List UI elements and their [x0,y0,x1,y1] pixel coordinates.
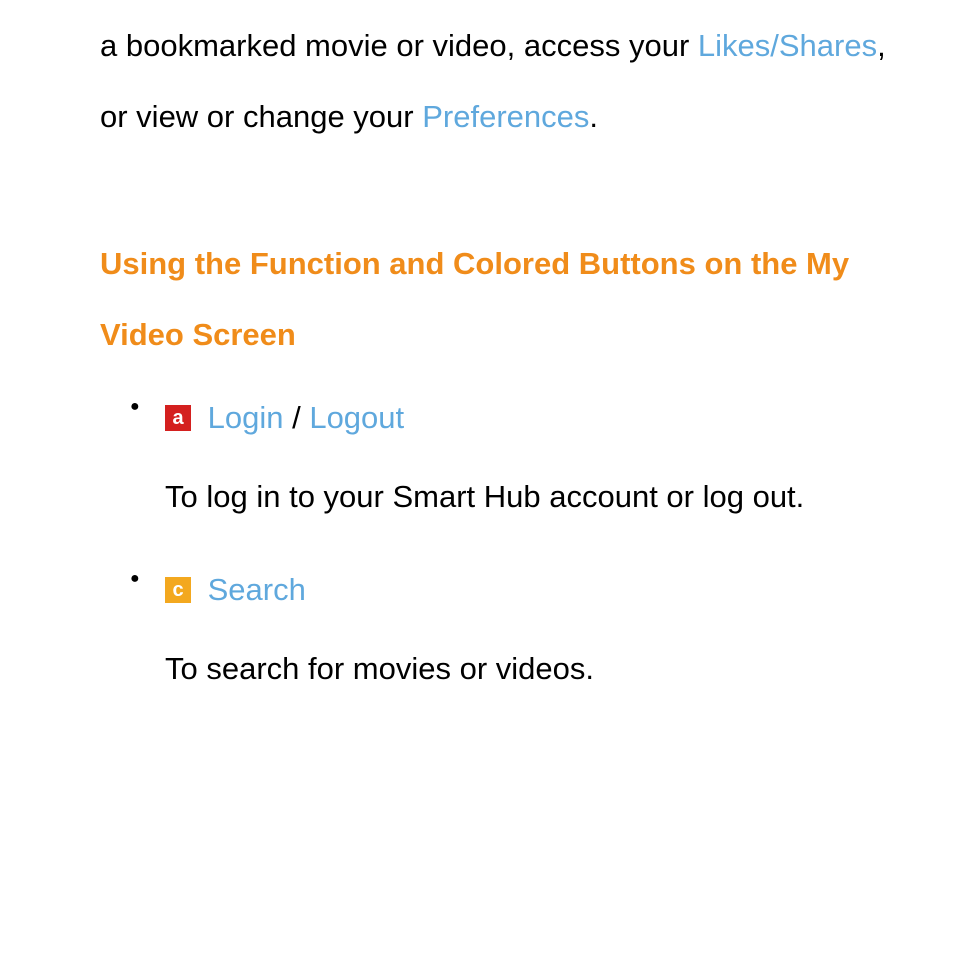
link-likes-shares[interactable]: Likes/Shares [698,28,877,63]
item-title-login: Login [208,400,284,435]
item-separator: / [283,400,309,435]
intro-paragraph: a bookmarked movie or video, access your… [100,10,904,153]
function-list: a Login / Logout To log in to your Smart… [100,390,904,704]
list-item: c Search To search for movies or videos. [130,562,904,704]
intro-text-1: a bookmarked movie or video, access your [100,28,698,63]
link-preferences[interactable]: Preferences [422,99,589,134]
section-heading: Using the Function and Colored Buttons o… [100,228,904,371]
badge-a-icon: a [165,405,191,431]
item-description: To search for movies or videos. [165,633,904,704]
badge-c-icon: c [165,577,191,603]
document-content: a bookmarked movie or video, access your… [0,0,954,704]
item-title-search: Search [208,572,306,607]
item-header: c Search [165,562,904,618]
intro-text-3: . [589,99,598,134]
list-item: a Login / Logout To log in to your Smart… [130,390,904,532]
item-description: To log in to your Smart Hub account or l… [165,461,904,532]
item-title-logout: Logout [309,400,404,435]
item-header: a Login / Logout [165,390,904,446]
